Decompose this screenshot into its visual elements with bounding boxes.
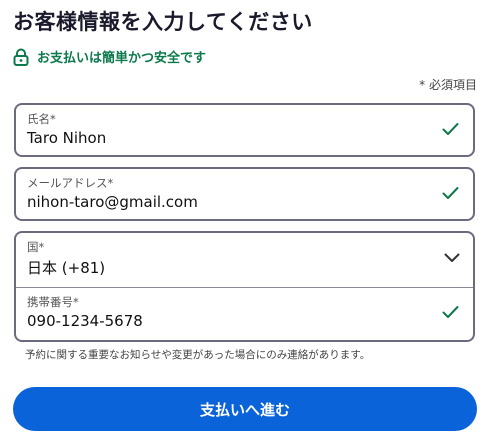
- phone-input[interactable]: 090-1234-5678: [27, 312, 143, 330]
- phone-field[interactable]: 携帯番号* 090-1234-5678: [16, 288, 473, 342]
- country-value[interactable]: 日本 (+81): [27, 257, 105, 278]
- country-label: 国*: [27, 240, 45, 254]
- secure-payment-note: お支払いは簡単かつ安全です: [13, 47, 206, 66]
- phone-group: 国* 日本 (+81) 携帯番号* 090-1234-5678: [14, 231, 475, 342]
- name-field[interactable]: 氏名* Taro Nihon: [14, 103, 475, 157]
- country-select[interactable]: 国* 日本 (+81): [16, 233, 473, 288]
- email-input[interactable]: nihon-taro@gmail.com: [27, 193, 198, 211]
- secure-note-text: お支払いは簡単かつ安全です: [37, 51, 207, 66]
- name-input[interactable]: Taro Nihon: [27, 129, 106, 147]
- helper-text: 予約に関する重要なお知らせや変更があった場合にのみ連絡があります。: [25, 349, 371, 361]
- email-field[interactable]: メールアドレス* nihon-taro@gmail.com: [14, 167, 475, 221]
- chevron-down-icon[interactable]: [444, 253, 460, 263]
- email-label: メールアドレス*: [27, 176, 114, 190]
- name-label: 氏名*: [27, 112, 56, 126]
- checkmark-icon: [442, 123, 459, 135]
- checkmark-icon: [442, 187, 459, 199]
- lock-icon: [13, 48, 29, 66]
- proceed-to-payment-button[interactable]: 支払いへ進む: [13, 387, 477, 431]
- checkmark-icon: [442, 306, 459, 318]
- phone-label: 携帯番号*: [27, 295, 79, 309]
- required-fields-note: * 必須項目: [419, 78, 477, 92]
- page-title: お客様情報を入力してください: [13, 10, 313, 34]
